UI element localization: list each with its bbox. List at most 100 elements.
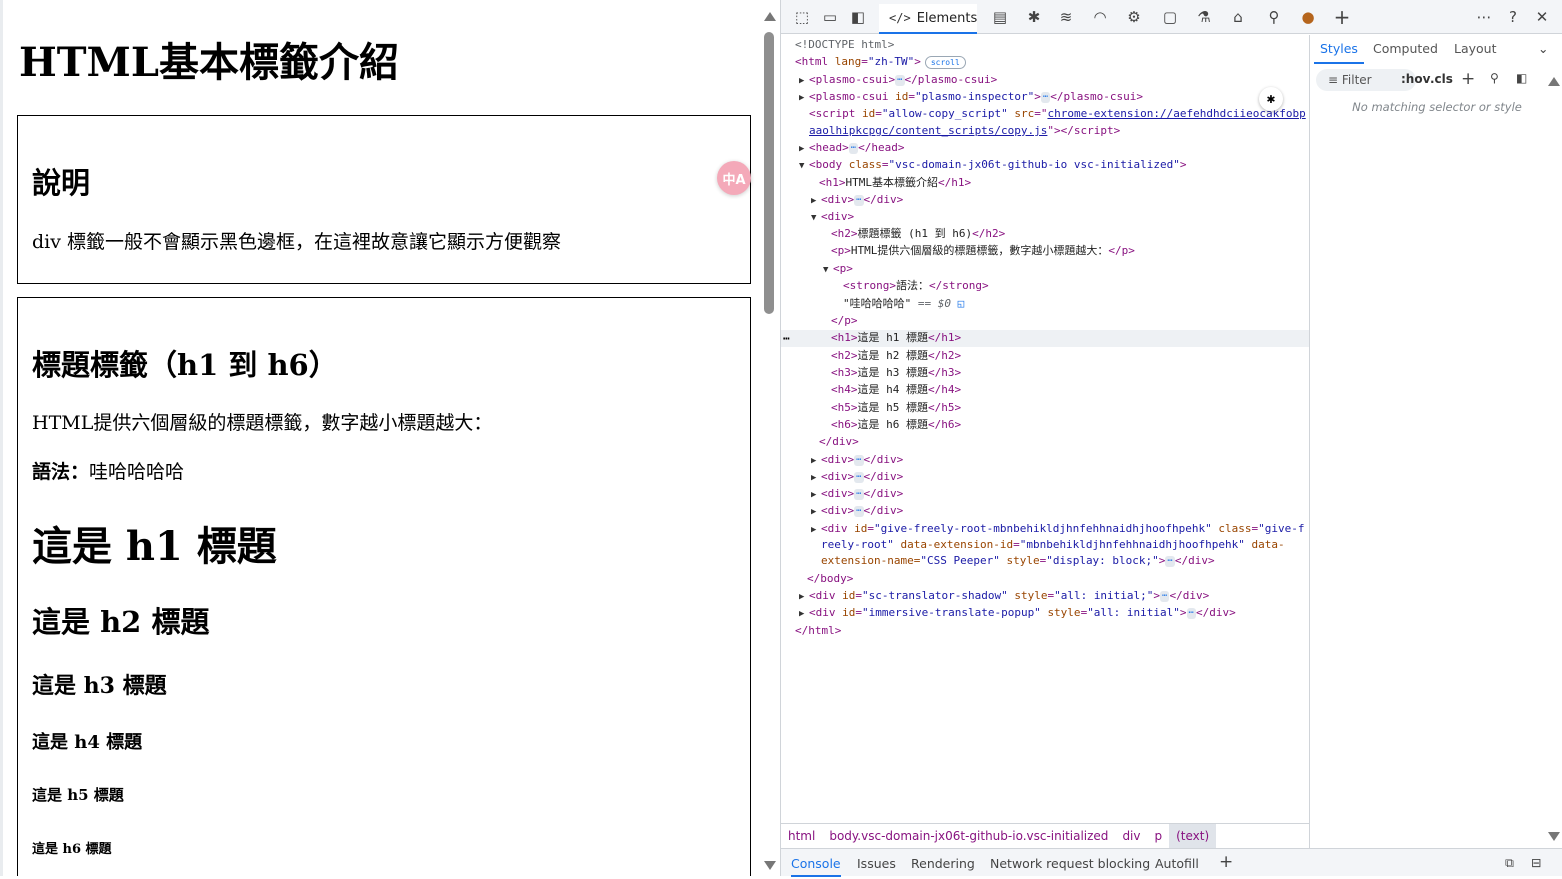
tab-console[interactable]: Console <box>791 849 841 877</box>
dom-line[interactable]: <script id="allow-copy_script" src="chro… <box>809 105 1306 122</box>
expand-icon: ▶ <box>799 609 805 619</box>
breadcrumb-item[interactable]: div <box>1115 824 1147 849</box>
new-rule-icon[interactable]: + <box>1461 69 1475 89</box>
element-state-icon[interactable]: ⚲ <box>1490 71 1499 85</box>
dom-line[interactable]: <p>HTML提供六個層級的標題標籤，數字越小標題越大：</p> <box>831 242 1135 259</box>
collapse-icon: ▼ <box>823 265 829 275</box>
dock-side-icon[interactable]: ◧ <box>849 8 867 26</box>
dom-line[interactable]: <html lang="zh-TW"> scroll <box>795 53 966 70</box>
dom-line[interactable]: ▶ <plasmo-csui id="plasmo-inspector"> ⋯ </p… <box>799 88 1143 105</box>
dom-line[interactable]: <h5>這是 h5 標題</h5> <box>831 399 961 416</box>
dom-line[interactable]: ▶ <plasmo-csui> ⋯ </plasmo-csui> <box>799 71 997 88</box>
breadcrumb-item-selected[interactable]: (text) <box>1169 823 1217 849</box>
wifi-icon[interactable]: ≋ <box>1057 8 1075 26</box>
selected-text-node[interactable]: "哇哈哈哈哈" <box>843 297 911 310</box>
dom-line[interactable]: <h3>這是 h3 標題</h3> <box>831 364 961 381</box>
scroll-down-icon[interactable] <box>1548 832 1560 841</box>
dom-line[interactable]: ▼ <p> <box>823 260 853 277</box>
memory-icon[interactable]: ⚗ <box>1195 8 1213 26</box>
dom-line[interactable]: extension-name="CSS Peeper" style="displ… <box>821 552 1215 569</box>
console-icon[interactable]: ▤ <box>991 8 1009 26</box>
dom-line[interactable]: </div> <box>819 433 859 450</box>
cpu-icon[interactable]: ⚙ <box>1125 8 1143 26</box>
accessibility-icon[interactable]: ✱ <box>1259 87 1283 111</box>
tab-layout[interactable]: Layout <box>1454 41 1497 56</box>
extension-icon[interactable]: ⚲ <box>1265 8 1283 26</box>
tab-computed[interactable]: Computed <box>1373 41 1438 56</box>
dom-line[interactable]: ▶ <div id="immersive-translate-popup" sty… <box>799 604 1236 621</box>
scroll-down-icon[interactable] <box>764 861 776 870</box>
dom-line[interactable]: <h4>這是 h4 標題</h4> <box>831 381 961 398</box>
scroll-badge[interactable]: scroll <box>924 55 966 69</box>
syntax-label: 語法： <box>32 461 90 483</box>
dom-line[interactable]: <h6>這是 h6 標題</h6> <box>831 416 961 433</box>
bug-icon[interactable]: ✱ <box>1025 8 1043 26</box>
breadcrumb-item[interactable]: body.vsc-domain-jx06t-github-io.vsc-init… <box>822 824 1115 849</box>
dom-line[interactable]: </html> <box>795 622 841 639</box>
styles-scrollbar[interactable] <box>1546 65 1560 845</box>
expand-icon: ▶ <box>799 93 805 103</box>
toggle-sidebar-icon[interactable]: ◧ <box>1516 71 1527 85</box>
close-drawer-icon[interactable]: ⊟ <box>1531 849 1541 877</box>
expand-icon: ▶ <box>811 507 817 517</box>
tab-elements[interactable]: </> Elements <box>879 4 977 34</box>
dom-line[interactable]: ▼ <body class="vsc-domain-jx06t-github-io… <box>799 156 1187 173</box>
scroll-up-icon[interactable] <box>1548 77 1560 86</box>
close-icon[interactable]: ✕ <box>1533 8 1551 26</box>
dom-line[interactable]: ▶ <div> ⋯ </div> <box>811 485 903 502</box>
application-icon[interactable]: ▢ <box>1161 8 1179 26</box>
description-text: div 標籤一般不會顯示黑色邊框，在這裡故意讓它顯示方便觀察 <box>32 231 562 253</box>
dom-line[interactable]: </p> <box>831 312 858 329</box>
dom-line[interactable]: ▶ <div> ⋯ </div> <box>811 502 903 519</box>
dom-line[interactable]: aaolhipkcpgc/content_scripts/copy.js"></… <box>809 122 1120 139</box>
page-scrollbar[interactable] <box>760 0 780 876</box>
add-drawer-tab-icon[interactable]: + <box>1219 849 1233 877</box>
sample-h2: 這是 h2 標題 <box>32 605 210 639</box>
tab-issues[interactable]: Issues <box>857 849 896 877</box>
script-src-link-cont[interactable]: aaolhipkcpgc/content_scripts/copy.js <box>809 124 1047 137</box>
dom-line[interactable]: <!DOCTYPE html> <box>795 36 894 53</box>
dom-line[interactable]: <h1>HTML基本標籤介紹</h1> <box>819 174 971 191</box>
dom-line[interactable]: ▼ <div> <box>811 208 854 225</box>
help-icon[interactable]: ? <box>1504 8 1522 26</box>
cookie-icon[interactable]: ● <box>1299 8 1317 26</box>
styles-tabs: Styles Computed Layout ⌄ <box>1310 35 1562 64</box>
dom-line[interactable]: ▶ <div> ⋯ </div> <box>811 468 903 485</box>
more-options-icon[interactable]: ⋯ <box>1475 8 1493 26</box>
performance-icon[interactable]: ◠ <box>1091 8 1109 26</box>
collapse-icon: ▼ <box>811 213 817 223</box>
add-tab-icon[interactable]: + <box>1333 7 1351 27</box>
dom-line[interactable]: <h1>這是 h1 標題</h1> <box>831 329 961 346</box>
page-viewport: HTML基本標籤介紹 說明 div 標籤一般不會顯示黑色邊框，在這裡故意讓它顯示… <box>0 0 780 876</box>
dom-line[interactable]: ▶ <div> ⋯ </div> <box>811 451 903 468</box>
inspect-element-icon[interactable]: ⬚ <box>793 8 811 26</box>
headings-heading: 標題標籤（h1 到 h6） <box>32 348 338 382</box>
dom-line[interactable]: ▶ <div id="give-freely-root-mbnbehikldjhn… <box>811 520 1305 537</box>
tab-rendering[interactable]: Rendering <box>911 849 975 877</box>
scroll-up-icon[interactable] <box>764 12 776 21</box>
device-toolbar-icon[interactable]: ▭ <box>821 8 839 26</box>
tab-autofill[interactable]: Autofill <box>1155 849 1199 877</box>
chevron-down-icon[interactable]: ⌄ <box>1538 41 1548 56</box>
breadcrumb: html body.vsc-domain-jx06t-github-io.vsc… <box>781 823 1309 849</box>
tab-styles[interactable]: Styles <box>1314 41 1364 64</box>
translate-icon[interactable]: 中A <box>717 161 751 195</box>
home-icon[interactable]: ⌂ <box>1229 8 1247 26</box>
dom-line[interactable]: ▶ <head> ⋯ </head> <box>799 139 905 156</box>
dock-drawer-icon[interactable]: ⧉ <box>1505 849 1514 877</box>
tab-network-request-blocking[interactable]: Network request blocking <box>990 849 1150 877</box>
breadcrumb-item[interactable]: p <box>1148 824 1170 849</box>
cls-toggle[interactable]: .cls <box>1430 72 1453 86</box>
dom-line[interactable]: </body> <box>807 570 853 587</box>
scrollbar-thumb[interactable] <box>764 32 774 314</box>
hov-toggle[interactable]: :hov <box>1401 72 1430 86</box>
dom-line[interactable]: reely-root" data-extension-id="mbnbehikl… <box>821 536 1285 553</box>
dom-line[interactable]: ▶ <div> ⋯ </div> <box>811 191 903 208</box>
node-ellipsis-menu[interactable]: ⋯ <box>783 330 790 347</box>
dom-line-selected[interactable]: "哇哈哈哈哈" == $0 ◱ <box>843 295 964 312</box>
dom-line[interactable]: ▶ <div id="sc-translator-shadow" style="a… <box>799 587 1209 604</box>
breadcrumb-item[interactable]: html <box>781 824 822 849</box>
dom-line[interactable]: <h2>這是 h2 標題</h2> <box>831 347 961 364</box>
dom-line[interactable]: <h2>標題標籤 (h1 到 h6)</h2> <box>831 225 1005 242</box>
dom-line[interactable]: <strong>語法：</strong> <box>843 277 989 294</box>
